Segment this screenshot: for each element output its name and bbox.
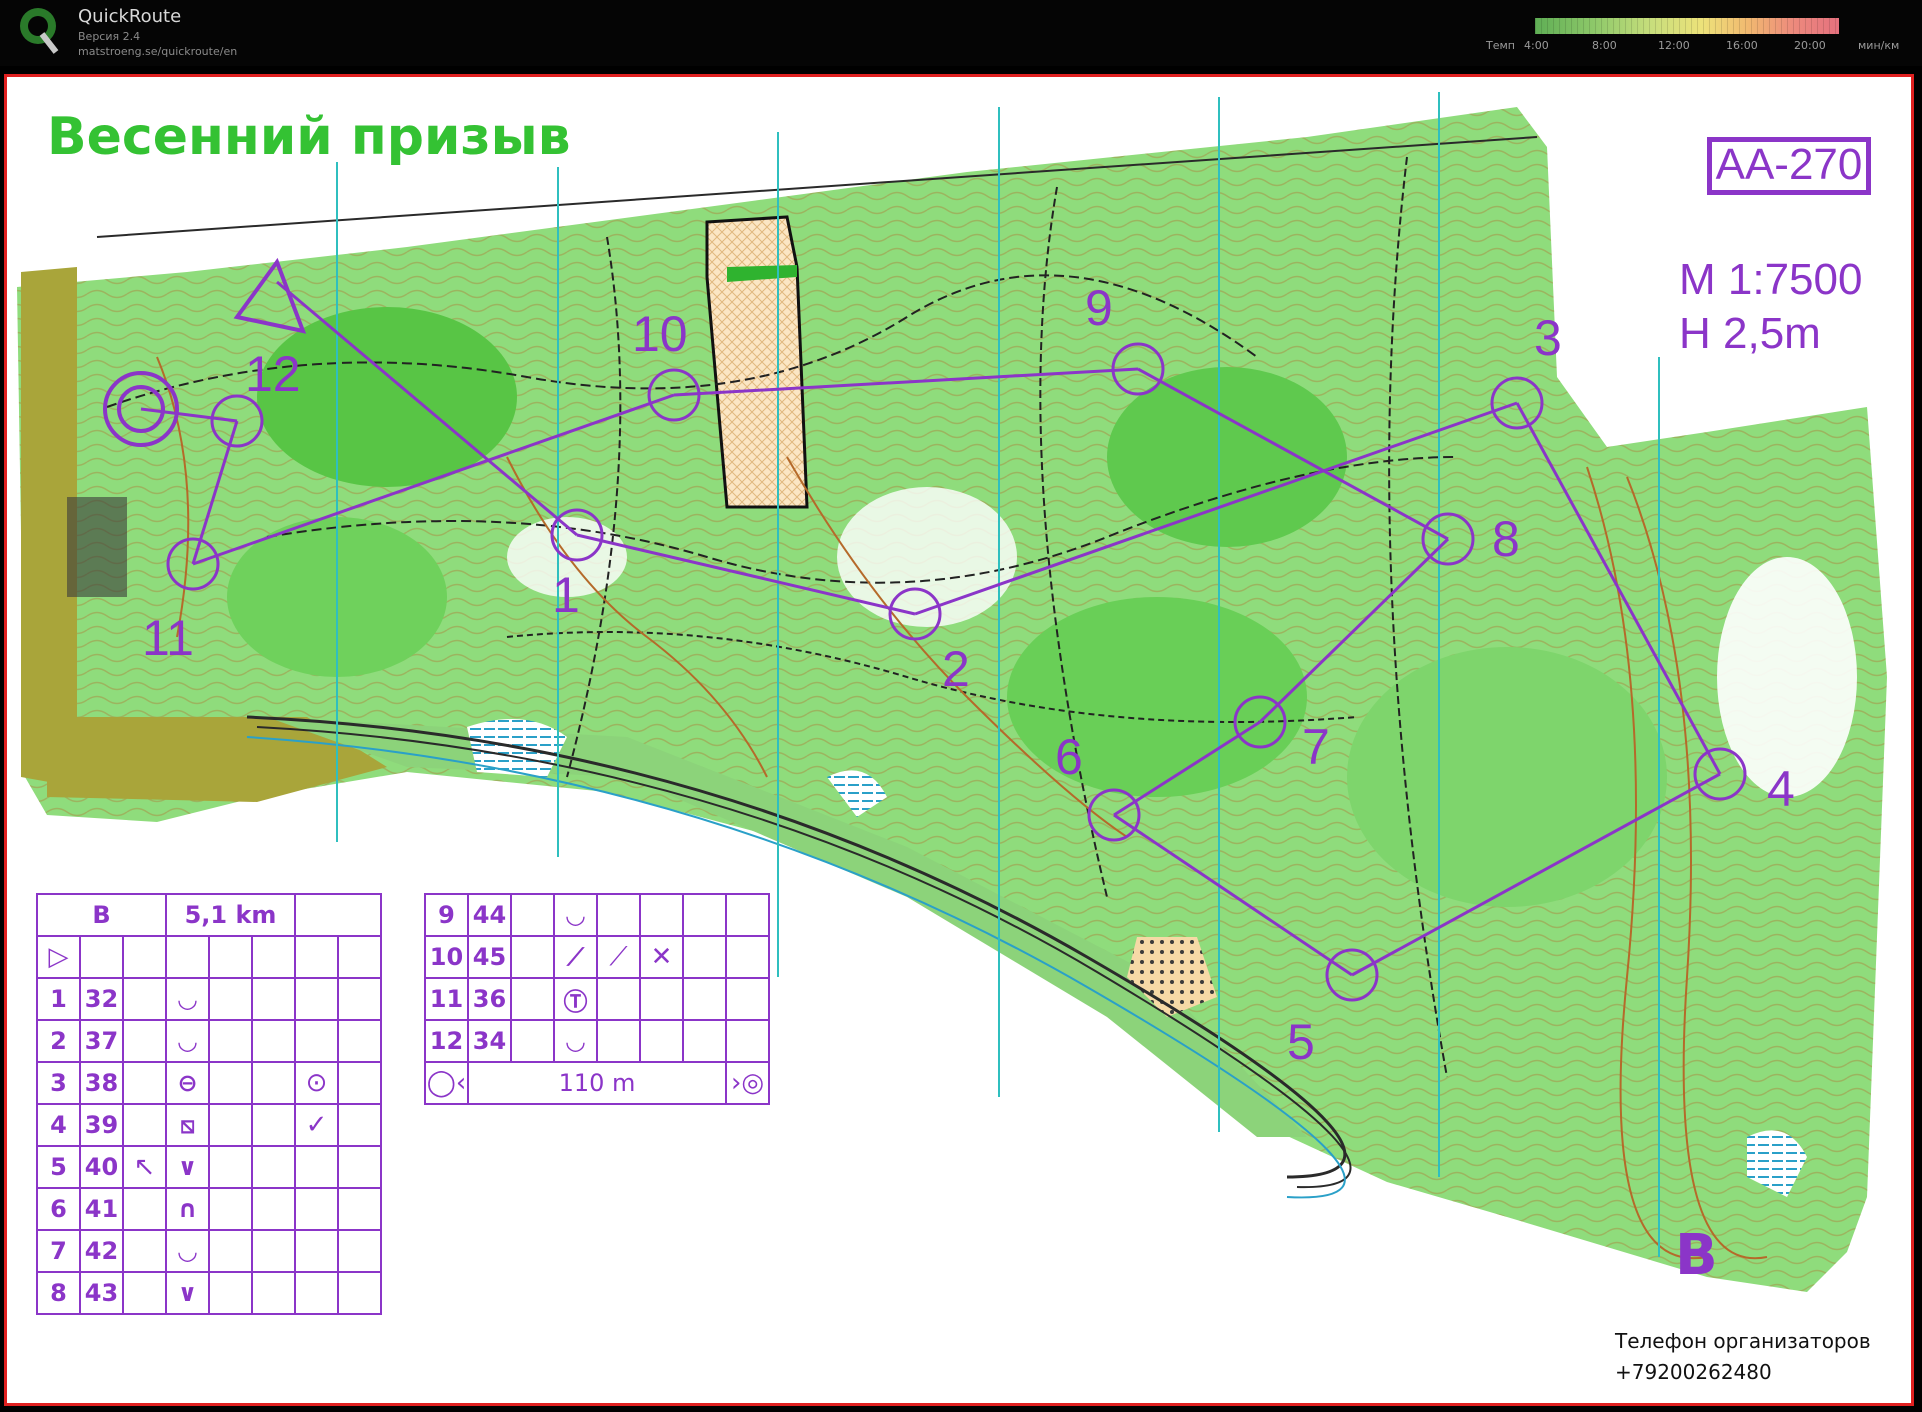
- desc-code: 43: [79, 1271, 124, 1315]
- desc-symbol: ⊖: [165, 1061, 210, 1105]
- desc-finish-icon: ›◎: [725, 1061, 770, 1105]
- course-class-label: B: [1675, 1223, 1718, 1288]
- app-version: Версия 2.4: [78, 30, 141, 43]
- control-number-label: 3: [1534, 310, 1562, 366]
- control-number-label: 10: [632, 306, 688, 362]
- organizer-phone-number: +79200262480: [1615, 1360, 1772, 1384]
- desc-location-icon: ✓: [294, 1103, 339, 1147]
- pace-unit: мин/км: [1858, 39, 1900, 52]
- control-number-label: 2: [942, 641, 970, 697]
- desc-num: 5: [36, 1145, 81, 1189]
- desc-start-icon: ▷: [36, 935, 81, 979]
- desc-code: 37: [79, 1019, 124, 1063]
- desc-direction-icon: ↖: [122, 1145, 167, 1189]
- desc-code: 45: [467, 935, 512, 979]
- control-descriptions-left: B 5,1 km ▷ 1 32 ◡ 2 37 ◡ 3 38 ⊖ ⊙ 4 39 ⧅ ✓ 5 40 ↖ ∨ 6…: [36, 893, 382, 1315]
- desc-num: 11: [424, 977, 469, 1021]
- organizer-phone-label: Телефон организаторов: [1615, 1329, 1871, 1353]
- desc-code: 36: [467, 977, 512, 1021]
- control-number-label: 9: [1085, 280, 1113, 336]
- desc-num: 2: [36, 1019, 81, 1063]
- pace-color-legend: [1535, 18, 1839, 34]
- desc-symbol: ∨: [165, 1271, 210, 1315]
- pace-tick: 4:00: [1524, 39, 1549, 52]
- map-contour-interval: H 2,5m: [1679, 309, 1821, 358]
- desc-symbol: ⟋: [553, 935, 598, 979]
- control-number-label: 11: [142, 610, 194, 666]
- desc-symbol: Ⓣ: [553, 977, 598, 1021]
- desc-code: 42: [79, 1229, 124, 1273]
- desc-path-icon: ⟋: [596, 935, 641, 979]
- desc-symbol: ◡: [553, 1019, 598, 1063]
- map-canvas[interactable]: Весенний призыв AA-270 M 1:7500 H 2,5m B…: [4, 74, 1914, 1406]
- app-url: matstroeng.se/quickroute/en: [78, 45, 238, 58]
- desc-code: 39: [79, 1103, 124, 1147]
- control-number-label: 8: [1492, 511, 1520, 567]
- desc-num: 12: [424, 1019, 469, 1063]
- map-code-badge: AA-270: [1707, 137, 1871, 195]
- desc-symbol: ∩: [165, 1187, 210, 1231]
- desc-symbol: ◡: [553, 893, 598, 937]
- desc-symbol: ◡: [165, 1019, 210, 1063]
- desc-num: 3: [36, 1061, 81, 1105]
- desc-num: 1: [36, 977, 81, 1021]
- map-title: Весенний призыв: [47, 107, 571, 167]
- desc-crossing-icon: ✕: [639, 935, 684, 979]
- quickroute-logo-icon: [20, 8, 59, 54]
- desc-code: 34: [467, 1019, 512, 1063]
- control-number-label: 7: [1302, 719, 1330, 775]
- desc-symbol: ◡: [165, 1229, 210, 1273]
- desc-cell: [294, 893, 382, 937]
- desc-num: 6: [36, 1187, 81, 1231]
- pace-tick: 16:00: [1726, 39, 1758, 52]
- desc-symbol: ⧅: [165, 1103, 210, 1147]
- control-number-label: 5: [1287, 1014, 1315, 1070]
- desc-code: 38: [79, 1061, 124, 1105]
- pace-tick: 8:00: [1592, 39, 1617, 52]
- control-number-label: 4: [1767, 761, 1795, 817]
- app-title-bar: QuickRoute Версия 2.4 matstroeng.se/quic…: [0, 0, 1922, 66]
- desc-code: 44: [467, 893, 512, 937]
- desc-code: 32: [79, 977, 124, 1021]
- desc-num: 9: [424, 893, 469, 937]
- control-number-label: 1: [552, 567, 580, 623]
- app-name: QuickRoute: [78, 6, 182, 27]
- map-scale: M 1:7500: [1679, 255, 1863, 304]
- desc-code: 40: [79, 1145, 124, 1189]
- pace-legend-label: Темп: [1486, 39, 1515, 52]
- desc-length: 5,1 km: [165, 893, 296, 937]
- desc-class: B: [36, 893, 167, 937]
- desc-num: 4: [36, 1103, 81, 1147]
- desc-finish-start-icon: ◯‹: [424, 1061, 469, 1105]
- control-number-label: 6: [1055, 729, 1083, 785]
- desc-num: 8: [36, 1271, 81, 1315]
- control-number-label: 12: [245, 346, 301, 402]
- desc-symbol: ∨: [165, 1145, 210, 1189]
- pace-tick: 20:00: [1794, 39, 1826, 52]
- desc-location-icon: ⊙: [294, 1061, 339, 1105]
- desc-num: 10: [424, 935, 469, 979]
- desc-num: 7: [36, 1229, 81, 1273]
- desc-symbol: ◡: [165, 977, 210, 1021]
- control-descriptions-right: 9 44 ◡ 10 45 ⟋ ⟋ ✕ 11 36 Ⓣ 12 34 ◡ ◯‹ 110 m ›◎: [424, 893, 770, 1105]
- pace-tick: 12:00: [1658, 39, 1690, 52]
- desc-finish-distance: 110 m: [467, 1061, 727, 1105]
- desc-code: 41: [79, 1187, 124, 1231]
